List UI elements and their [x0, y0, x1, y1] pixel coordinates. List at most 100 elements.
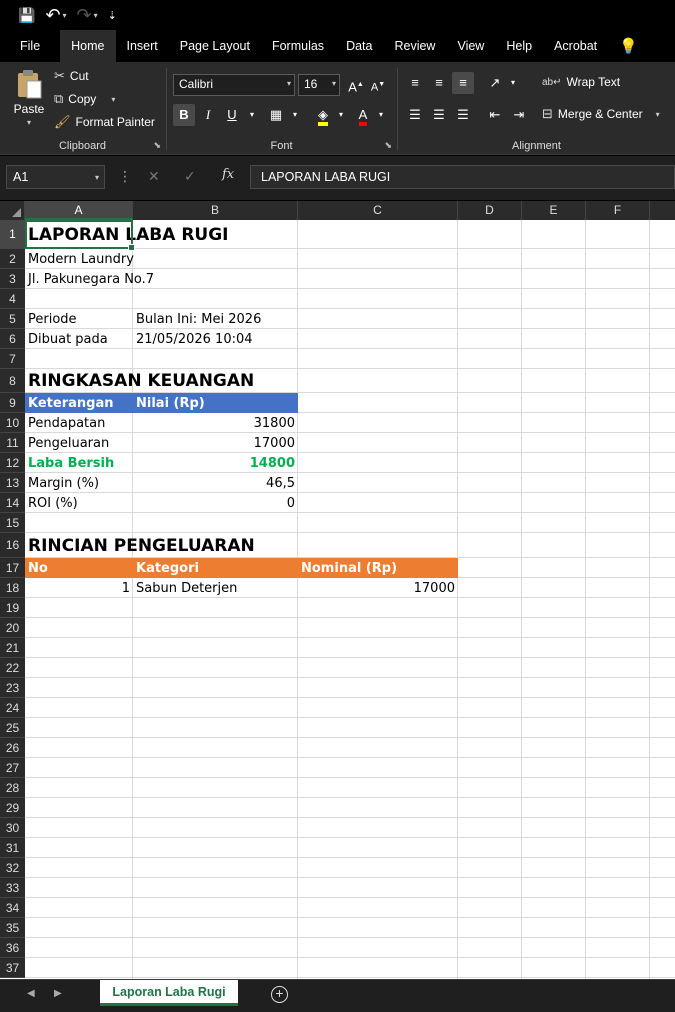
merge-center-button[interactable]: ⊟ Merge & Center ▾ — [542, 106, 660, 122]
cell-a16[interactable]: RINCIAN PENGELUARAN — [25, 533, 258, 558]
tab-acrobat[interactable]: Acrobat — [543, 30, 608, 62]
increase-indent-icon[interactable]: ⇥ — [508, 104, 530, 126]
more-options-icon[interactable]: ⋮ — [118, 168, 132, 185]
row-header[interactable]: 24 — [0, 698, 25, 718]
row-header[interactable]: 30 — [0, 818, 25, 838]
row-header[interactable]: 16 — [0, 533, 25, 558]
column-header-f[interactable]: F — [586, 201, 650, 220]
align-middle-icon[interactable]: ≡ — [428, 72, 450, 94]
formula-input[interactable]: LAPORAN LABA RUGI — [250, 165, 675, 189]
cell-b17[interactable]: Kategori — [133, 558, 202, 578]
paste-button[interactable]: Paste ▾ — [10, 68, 48, 127]
row-header[interactable]: 9 — [0, 393, 25, 413]
column-header-a[interactable]: A — [25, 201, 133, 220]
cell-b14[interactable]: 0 — [133, 493, 298, 513]
cell-b6[interactable]: 21/05/2026 10:04 — [133, 329, 256, 349]
active-cell-selection[interactable] — [25, 220, 135, 251]
tab-help[interactable]: Help — [495, 30, 543, 62]
orientation-dropdown-icon[interactable]: ▾ — [502, 72, 524, 94]
scroll-right-icon[interactable]: ▶ — [54, 988, 62, 999]
fill-color-dropdown-icon[interactable]: ▾ — [330, 104, 352, 126]
increase-font-size-icon[interactable]: A▲ — [345, 74, 367, 96]
bold-button[interactable]: B — [173, 104, 195, 126]
row-header[interactable]: 4 — [0, 289, 25, 309]
row-header[interactable]: 29 — [0, 798, 25, 818]
row-header[interactable]: 10 — [0, 413, 25, 433]
align-top-icon[interactable]: ≡ — [404, 72, 426, 94]
font-name-select[interactable]: Calibri ▾ — [173, 74, 295, 96]
row-header[interactable]: 36 — [0, 938, 25, 958]
row-header[interactable]: 21 — [0, 638, 25, 658]
copy-dropdown-icon[interactable]: ▾ — [111, 95, 115, 104]
tab-page-layout[interactable]: Page Layout — [169, 30, 261, 62]
cell-a18[interactable]: 1 — [25, 578, 133, 598]
cell-b13[interactable]: 46,5 — [133, 473, 298, 493]
row-header[interactable]: 23 — [0, 678, 25, 698]
cut-button[interactable]: ✂ Cut — [54, 68, 89, 84]
font-size-select[interactable]: 16 ▾ — [298, 74, 340, 96]
cell-a12[interactable]: Laba Bersih — [25, 453, 117, 473]
row-header[interactable]: 37 — [0, 958, 25, 978]
borders-dropdown-icon[interactable]: ▾ — [284, 104, 306, 126]
font-launcher-icon[interactable]: ⬊ — [384, 140, 392, 151]
row-header[interactable]: 17 — [0, 558, 25, 578]
column-header-e[interactable]: E — [522, 201, 586, 220]
undo-button[interactable]: ↶ ▾ — [45, 5, 66, 26]
align-bottom-icon[interactable]: ≡ — [452, 72, 474, 94]
column-header-b[interactable]: B — [133, 201, 298, 220]
row-header[interactable]: 28 — [0, 778, 25, 798]
row-header[interactable]: 20 — [0, 618, 25, 638]
cell-b12[interactable]: 14800 — [133, 453, 298, 473]
cell-a9[interactable]: Keterangan — [25, 393, 116, 413]
format-painter-button[interactable]: 🖌 Format Painter — [54, 114, 155, 130]
column-header-c[interactable]: C — [298, 201, 458, 220]
insert-function-icon[interactable]: fx — [222, 167, 234, 182]
row-header[interactable]: 15 — [0, 513, 25, 533]
row-header[interactable]: 33 — [0, 878, 25, 898]
align-center-icon[interactable]: ☰ — [428, 104, 450, 126]
cell-a13[interactable]: Margin (%) — [25, 473, 102, 493]
wrap-text-button[interactable]: ab↵ Wrap Text — [542, 75, 620, 89]
cell-b18[interactable]: Sabun Deterjen — [133, 578, 240, 598]
cell-a2[interactable]: Modern Laundry — [25, 249, 137, 269]
row-header[interactable]: 2 — [0, 249, 25, 269]
row-header[interactable]: 5 — [0, 309, 25, 329]
worksheet-grid[interactable]: A B C D E F LAPORAN LABA RUGI Modern Lau… — [0, 201, 675, 979]
sheet-tab-laporan-laba-rugi[interactable]: Laporan Laba Rugi — [100, 980, 238, 1006]
cell-a17[interactable]: No — [25, 558, 51, 578]
undo-dropdown-icon[interactable]: ▾ — [63, 11, 67, 20]
cell-b10[interactable]: 31800 — [133, 413, 298, 433]
row-header[interactable]: 25 — [0, 718, 25, 738]
row-header[interactable]: 19 — [0, 598, 25, 618]
decrease-font-size-icon[interactable]: A▼ — [367, 74, 389, 96]
underline-dropdown-icon[interactable]: ▾ — [241, 104, 263, 126]
tab-data[interactable]: Data — [335, 30, 383, 62]
row-header[interactable]: 34 — [0, 898, 25, 918]
italic-button[interactable]: I — [197, 104, 219, 126]
row-header[interactable]: 1 — [0, 220, 25, 249]
merge-dropdown-icon[interactable]: ▾ — [656, 110, 660, 119]
cell-b9[interactable]: Nilai (Rp) — [133, 393, 208, 413]
cell-a6[interactable]: Dibuat pada — [25, 329, 111, 349]
cell-b11[interactable]: 17000 — [133, 433, 298, 453]
underline-button[interactable]: U — [221, 104, 243, 126]
row-header[interactable]: 3 — [0, 269, 25, 289]
select-all-button[interactable] — [0, 201, 25, 220]
align-right-icon[interactable]: ☰ — [452, 104, 474, 126]
cancel-icon[interactable]: ✕ — [148, 168, 160, 185]
cell-c17[interactable]: Nominal (Rp) — [298, 558, 400, 578]
row-header[interactable]: 6 — [0, 329, 25, 349]
name-box[interactable]: A1 ▾ — [6, 165, 105, 189]
row-header[interactable]: 13 — [0, 473, 25, 493]
add-sheet-icon[interactable]: + — [271, 986, 288, 1003]
scroll-left-icon[interactable]: ◀ — [27, 988, 35, 999]
decrease-indent-icon[interactable]: ⇤ — [484, 104, 506, 126]
row-header[interactable]: 35 — [0, 918, 25, 938]
customize-toolbar-icon[interactable]: ⇣ — [108, 9, 117, 22]
copy-button[interactable]: ⧉ Copy ▾ — [54, 91, 115, 107]
tab-insert[interactable]: Insert — [116, 30, 169, 62]
cell-a10[interactable]: Pendapatan — [25, 413, 108, 433]
paste-dropdown-icon[interactable]: ▾ — [27, 118, 31, 127]
row-header[interactable]: 7 — [0, 349, 25, 369]
tab-formulas[interactable]: Formulas — [261, 30, 335, 62]
